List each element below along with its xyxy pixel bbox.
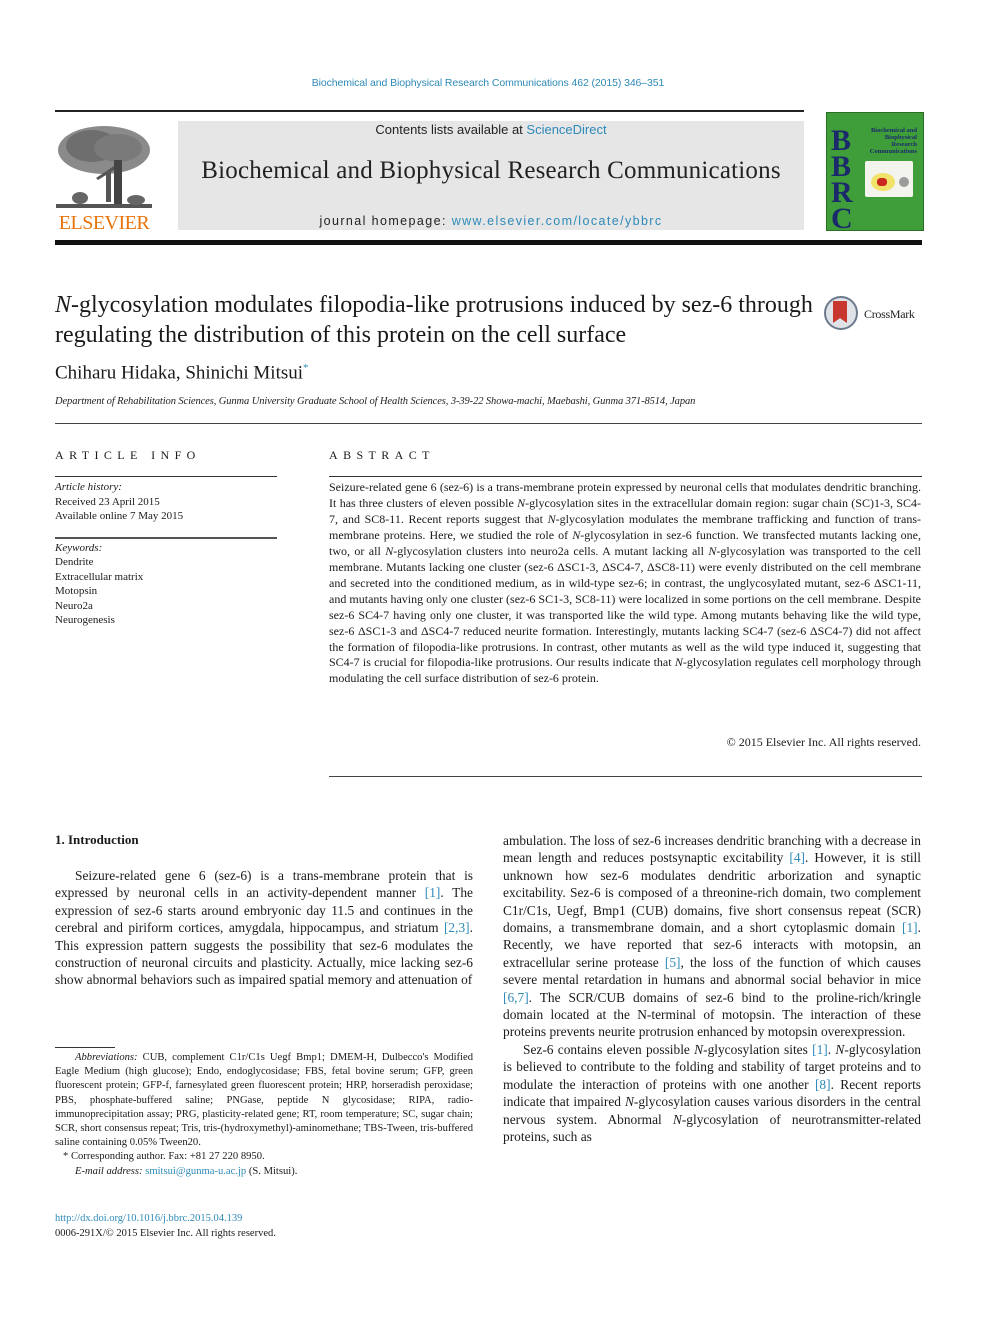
history-label: Article history: <box>55 481 122 493</box>
title-italic-n: N <box>55 292 72 318</box>
divider <box>329 776 922 777</box>
citation-link[interactable]: [1] <box>812 1042 828 1057</box>
paragraph: ambulation. The loss of sez-6 increases … <box>503 832 921 1041</box>
crossmark-button[interactable]: CrossMark <box>824 296 924 336</box>
article-history: Article history: Received 23 April 2015 … <box>55 480 277 524</box>
contents-prefix: Contents lists available at <box>375 122 527 137</box>
article-title: N-glycosylation modulates filopodia-like… <box>55 290 815 350</box>
doi-link[interactable]: http://dx.doi.org/10.1016/j.bbrc.2015.04… <box>55 1211 276 1226</box>
header-bottom-rule <box>55 240 922 245</box>
citation-link[interactable]: [5] <box>665 955 681 970</box>
available-date: Available online 7 May 2015 <box>55 510 184 522</box>
text-run: Sez-6 contains eleven possible <box>523 1041 695 1057</box>
doi-block: http://dx.doi.org/10.1016/j.bbrc.2015.04… <box>55 1211 276 1241</box>
text-run: . The SCR/CUB domains of sez-6 bind to t… <box>503 989 921 1040</box>
cover-title: Biochemical and Biophysical Research Com… <box>869 127 917 155</box>
italic-text: N <box>708 543 717 558</box>
italic-text: N <box>572 527 581 542</box>
citation-link[interactable]: [4] <box>789 850 805 865</box>
cover-grey-circle <box>899 177 909 187</box>
abstract-copyright: © 2015 Elsevier Inc. All rights reserved… <box>726 735 921 749</box>
email-link[interactable]: smitsui@gunma-u.ac.jp <box>145 1166 246 1177</box>
cover-nucleus-shape <box>877 178 887 186</box>
footnotes: Abbreviations: CUB, complement C1r/C1s U… <box>55 1051 473 1179</box>
keyword: Motopsin <box>55 585 98 598</box>
journal-homepage-link[interactable]: www.elsevier.com/locate/ybbrc <box>452 214 663 228</box>
tree-icon <box>56 126 152 208</box>
elsevier-wordmark: ELSEVIER <box>58 212 150 234</box>
citation-link[interactable]: [1] <box>425 885 441 900</box>
cover-letter: C <box>831 202 853 231</box>
divider <box>55 476 277 477</box>
italic-text: N <box>672 1111 682 1127</box>
abbreviations-footnote: Abbreviations: CUB, complement C1r/C1s U… <box>55 1051 473 1150</box>
italic-text: N <box>517 495 526 510</box>
divider <box>329 476 922 477</box>
keyword: Extracellular matrix <box>55 570 144 583</box>
abstract-heading: ABSTRACT <box>329 448 435 462</box>
contents-availability-line: Contents lists available at ScienceDirec… <box>178 122 804 137</box>
email-note: E-mail address: smitsui@gunma-u.ac.jp (S… <box>55 1165 473 1179</box>
abstract-body: Seizure-related gene 6 (sez-6) is a tran… <box>329 480 922 686</box>
citation-link[interactable]: [8] <box>815 1077 831 1092</box>
section-divider <box>55 423 922 424</box>
italic-text: N <box>694 1041 704 1057</box>
journal-cover-thumbnail[interactable]: B B R C Biochemical and Biophysical Rese… <box>826 112 924 231</box>
email-label: E-mail address: <box>75 1165 143 1177</box>
citation-link[interactable]: [6,7] <box>503 990 529 1005</box>
keyword: Dendrite <box>55 556 94 569</box>
footnote-rule <box>55 1047 115 1048</box>
homepage-prefix: journal homepage: <box>319 214 452 228</box>
italic-text: N <box>547 511 556 526</box>
article-info-heading: ARTICLE INFO <box>55 448 201 462</box>
crossmark-label: CrossMark <box>864 307 915 321</box>
cover-figure-image <box>865 161 913 197</box>
journal-citation[interactable]: Biochemical and Biophysical Research Com… <box>0 77 976 89</box>
corresponding-author-mark[interactable]: * <box>303 362 309 374</box>
title-text: -glycosylation modulates filopodia-like … <box>55 292 813 348</box>
email-suffix: (S. Mitsui). <box>246 1165 298 1177</box>
header-top-rule <box>55 110 804 112</box>
citation-link[interactable]: [2,3] <box>444 920 470 935</box>
introduction-heading: 1. Introduction <box>55 832 139 847</box>
abbreviations-label: Abbreviations: <box>75 1052 138 1063</box>
author-list: Chiharu Hidaka, Shinichi Mitsui* <box>55 362 309 384</box>
keyword: Neurogenesis <box>55 614 115 627</box>
sciencedirect-link[interactable]: ScienceDirect <box>526 122 606 137</box>
text-run: Seizure-related gene 6 (sez-6) is a tran… <box>55 868 473 901</box>
journal-homepage-line: journal homepage: www.elsevier.com/locat… <box>178 214 804 228</box>
keywords-label: Keywords: <box>55 542 103 554</box>
text-run: -glycosylation sites <box>703 1041 813 1057</box>
citation-link[interactable]: [1] <box>902 920 918 935</box>
author-names: Chiharu Hidaka, Shinichi Mitsui <box>55 362 304 384</box>
abbreviations-text: CUB, complement C1r/C1s Uegf Bmp1; DMEM-… <box>55 1052 473 1149</box>
journal-header-band: Contents lists available at ScienceDirec… <box>178 121 804 230</box>
issn-copyright: 0006-291X/© 2015 Elsevier Inc. All right… <box>55 1228 276 1239</box>
received-date: Received 23 April 2015 <box>55 495 160 508</box>
body-column-right: ambulation. The loss of sez-6 increases … <box>503 832 921 1145</box>
italic-text: N <box>674 655 683 670</box>
paragraph: Seizure-related gene 6 (sez-6) is a tran… <box>55 867 473 989</box>
keyword: Neuro2a <box>55 599 93 612</box>
divider <box>55 537 277 539</box>
affiliation: Department of Rehabilitation Sciences, G… <box>55 396 696 407</box>
corresponding-author-note: * Corresponding author. Fax: +81 27 220 … <box>63 1151 265 1163</box>
paragraph: Sez-6 contains eleven possible N-glycosy… <box>503 1041 921 1145</box>
body-column-left: Seizure-related gene 6 (sez-6) is a tran… <box>55 867 473 989</box>
keywords: Keywords: Dendrite Extracellular matrix … <box>55 541 277 627</box>
italic-text: N <box>624 1094 634 1110</box>
italic-text: N <box>385 543 394 558</box>
journal-title: Biochemical and Biophysical Research Com… <box>201 157 781 184</box>
